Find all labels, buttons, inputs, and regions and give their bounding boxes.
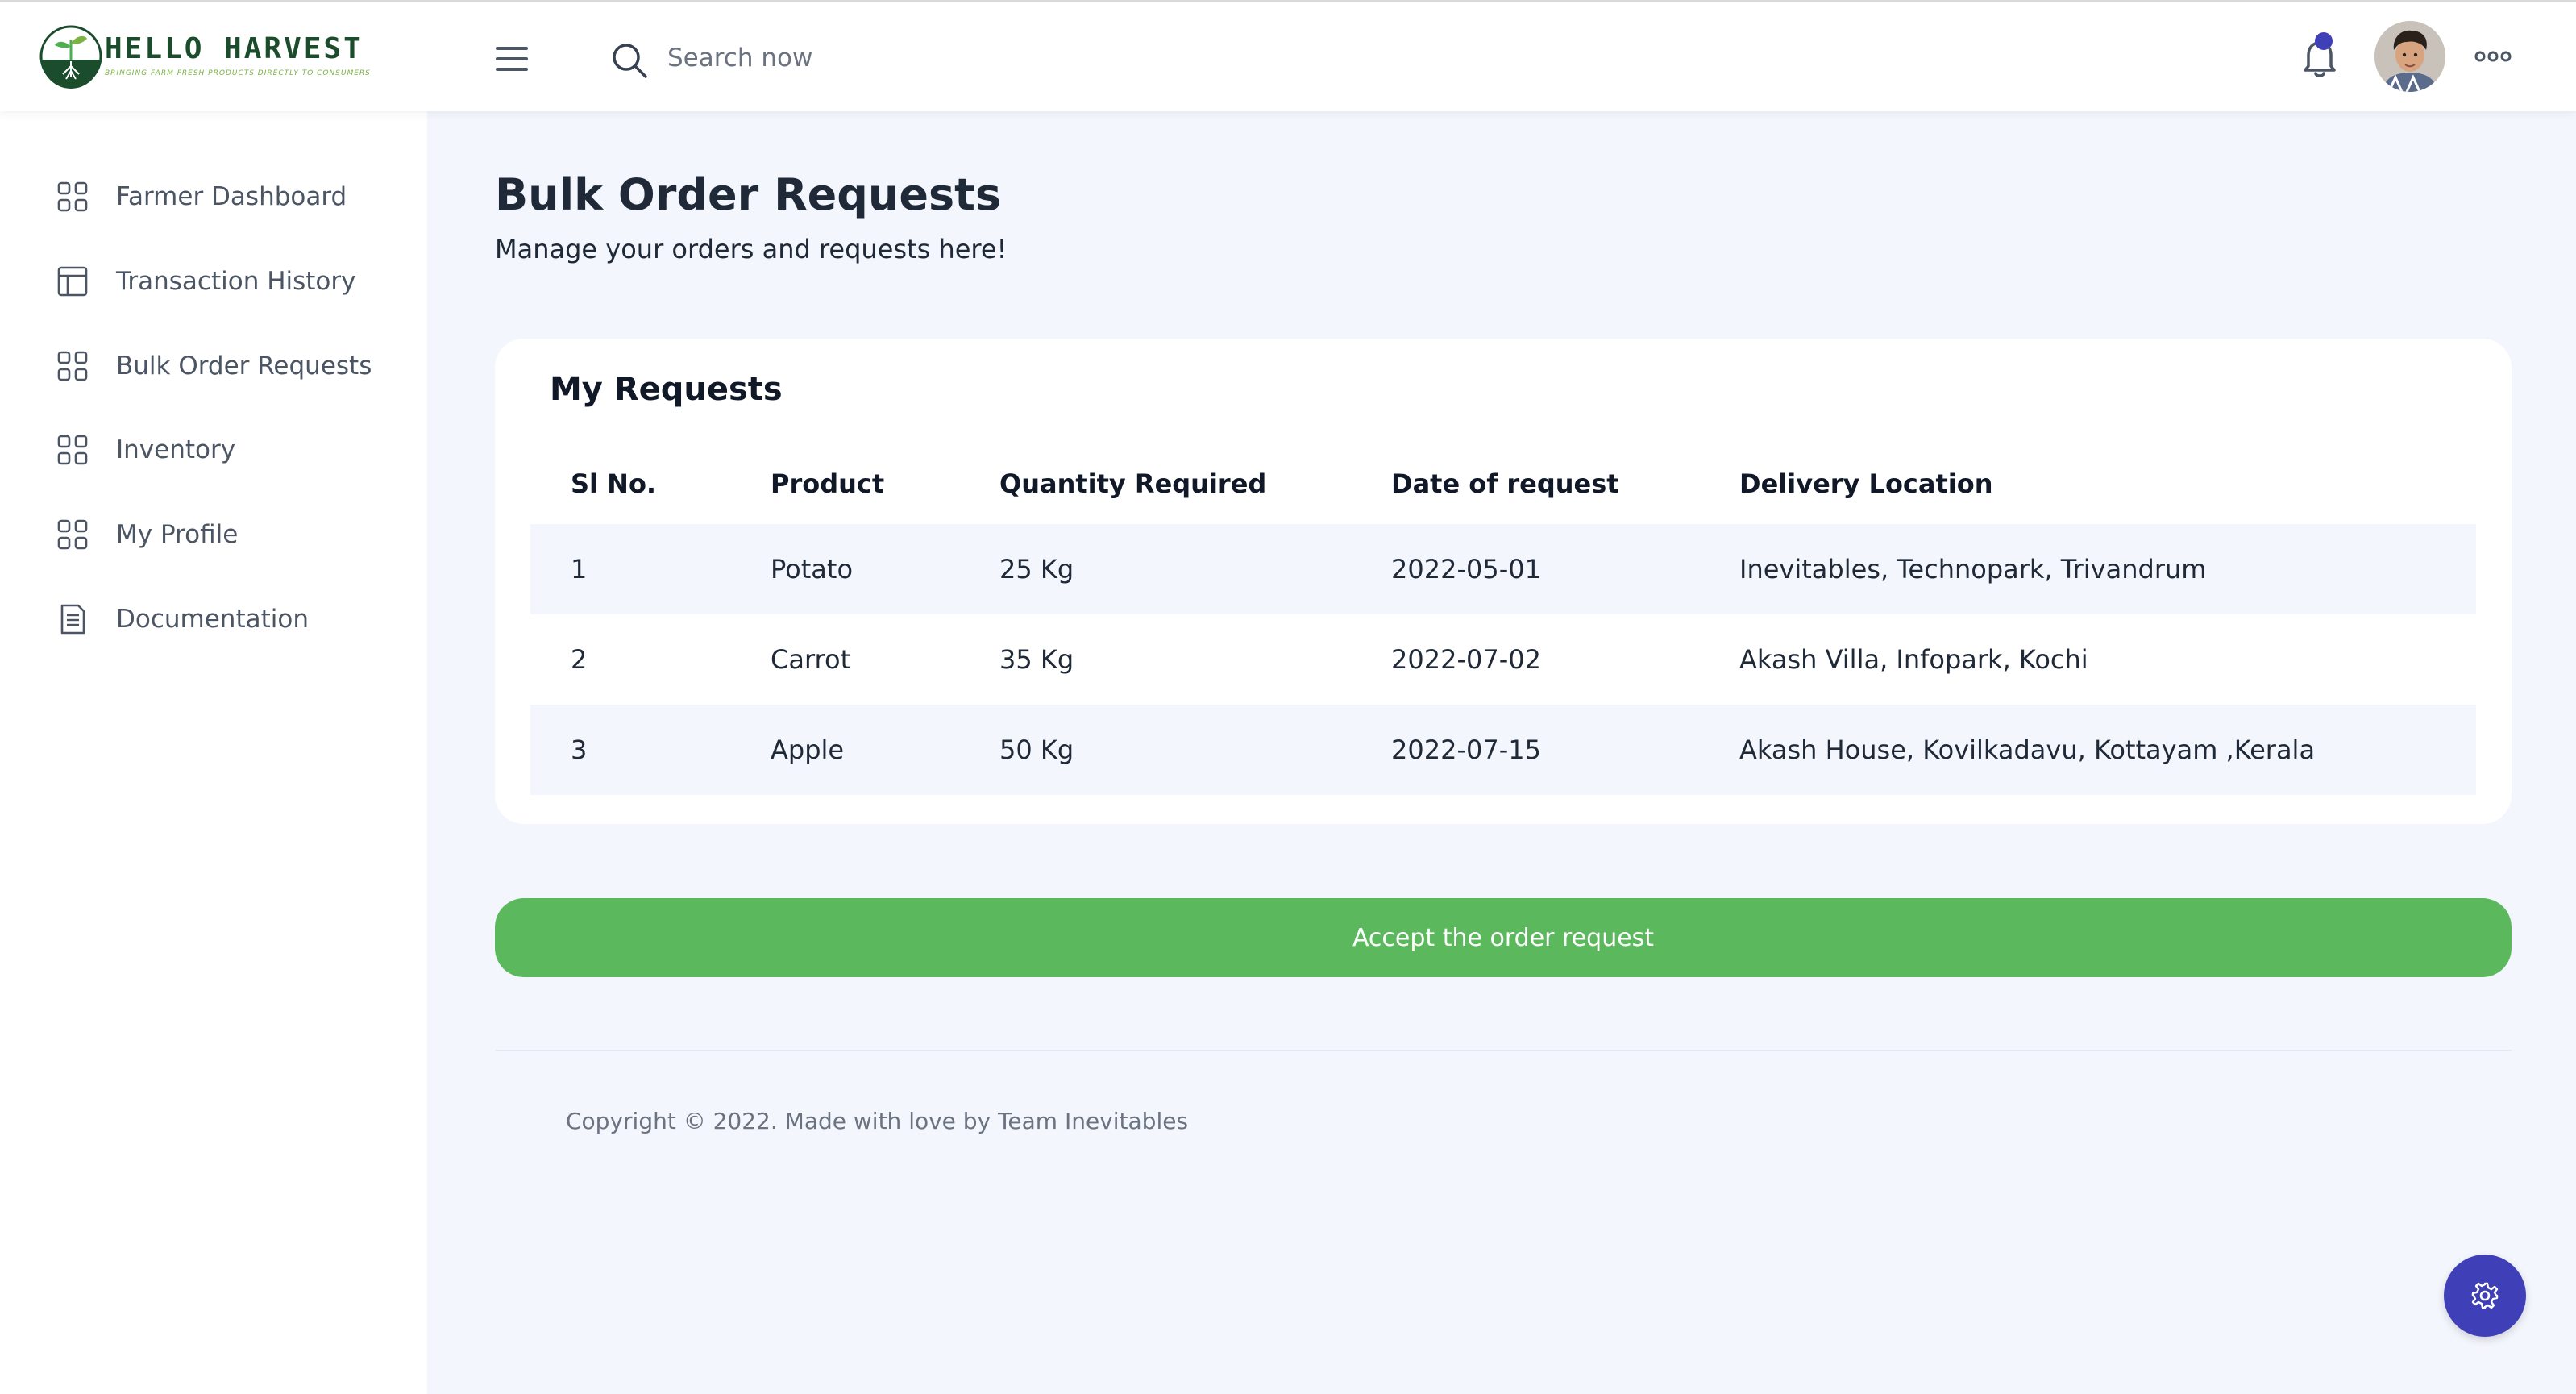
cell-product: Carrot bbox=[771, 644, 851, 675]
cell-date: 2022-07-02 bbox=[1391, 644, 1541, 675]
column-header: Date of request bbox=[1391, 468, 1619, 499]
hamburger-icon-line bbox=[496, 57, 528, 60]
table-row[interactable]: 3 Apple 50 Kg 2022-07-15 Akash House, Ko… bbox=[530, 705, 2476, 795]
accept-order-request-button[interactable]: Accept the order request bbox=[495, 898, 2512, 977]
settings-button[interactable] bbox=[2444, 1255, 2526, 1337]
sidebar-item-label: Transaction History bbox=[116, 267, 356, 296]
copyright-text: Copyright © 2022. Made with love by Team… bbox=[566, 1108, 1189, 1134]
sidebar-item-label: Bulk Order Requests bbox=[116, 352, 372, 381]
more-dots-icon[interactable] bbox=[2474, 47, 2512, 66]
layout-icon bbox=[57, 266, 88, 297]
requests-table: Sl No. Product Quantity Required Date of… bbox=[530, 443, 2476, 795]
menu-toggle-button[interactable] bbox=[496, 47, 531, 74]
cell-date: 2022-07-15 bbox=[1391, 734, 1541, 765]
sidebar-item-bulk-order-requests[interactable]: Bulk Order Requests bbox=[56, 342, 411, 390]
sidebar-item-transaction-history[interactable]: Transaction History bbox=[56, 257, 411, 306]
table-header-row: Sl No. Product Quantity Required Date of… bbox=[530, 443, 2476, 524]
cell-quantity: 50 Kg bbox=[999, 734, 1074, 765]
cell-location: Akash House, Kovilkadavu, Kottayam ,Kera… bbox=[1739, 734, 2316, 765]
search-input[interactable] bbox=[666, 37, 1153, 79]
requests-card: My Requests Sl No. Product Quantity Requ… bbox=[495, 339, 2512, 824]
cell-sl-no: 3 bbox=[571, 734, 588, 765]
cell-quantity: 35 Kg bbox=[999, 644, 1074, 675]
avatar-image bbox=[2374, 21, 2445, 92]
sidebar-item-label: Inventory bbox=[116, 435, 236, 464]
sprout-icon bbox=[39, 25, 102, 89]
grid-icon bbox=[57, 519, 88, 550]
hamburger-icon-line bbox=[496, 68, 528, 71]
page-title: Bulk Order Requests bbox=[495, 169, 1002, 220]
user-avatar[interactable] bbox=[2374, 21, 2445, 92]
search-icon[interactable] bbox=[609, 40, 650, 81]
sidebar: Farmer Dashboard Transaction History Bul… bbox=[0, 111, 427, 1394]
column-header: Quantity Required bbox=[999, 468, 1267, 499]
sidebar-item-farmer-dashboard[interactable]: Farmer Dashboard bbox=[56, 173, 411, 221]
page-subtitle: Manage your orders and requests here! bbox=[495, 234, 1008, 264]
grid-icon bbox=[57, 435, 88, 465]
sidebar-item-label: Documentation bbox=[116, 605, 309, 634]
brand-logo[interactable]: HELLO HARVEST BRINGING FARM FRESH PRODUC… bbox=[39, 24, 370, 89]
cell-product: Apple bbox=[771, 734, 845, 765]
card-title: My Requests bbox=[550, 371, 783, 408]
grid-icon bbox=[57, 351, 88, 381]
cell-quantity: 25 Kg bbox=[999, 554, 1074, 585]
document-icon bbox=[60, 604, 85, 635]
cell-sl-no: 2 bbox=[571, 644, 588, 675]
brand-tagline: BRINGING FARM FRESH PRODUCTS DIRECTLY TO… bbox=[105, 69, 371, 77]
notification-dot bbox=[2315, 32, 2333, 50]
cell-location: Inevitables, Technopark, Trivandrum bbox=[1739, 554, 2207, 585]
grid-icon bbox=[57, 181, 88, 212]
sidebar-item-documentation[interactable]: Documentation bbox=[56, 595, 411, 643]
brand-name: HELLO HARVEST bbox=[105, 32, 364, 65]
gear-icon bbox=[2471, 1282, 2499, 1309]
column-header: Sl No. bbox=[571, 468, 657, 499]
sidebar-item-label: My Profile bbox=[116, 520, 239, 549]
cell-product: Potato bbox=[771, 554, 854, 585]
table-row[interactable]: 2 Carrot 35 Kg 2022-07-02 Akash Villa, I… bbox=[530, 614, 2476, 705]
footer-divider bbox=[495, 1050, 2512, 1051]
top-header: HELLO HARVEST BRINGING FARM FRESH PRODUC… bbox=[0, 0, 2576, 111]
sidebar-item-my-profile[interactable]: My Profile bbox=[56, 510, 411, 559]
table-row[interactable]: 1 Potato 25 Kg 2022-05-01 Inevitables, T… bbox=[530, 524, 2476, 614]
column-header: Product bbox=[771, 468, 885, 499]
sidebar-item-label: Farmer Dashboard bbox=[116, 182, 347, 211]
hamburger-icon-line bbox=[496, 47, 528, 50]
cell-date: 2022-05-01 bbox=[1391, 554, 1541, 585]
column-header: Delivery Location bbox=[1739, 468, 1993, 499]
cell-sl-no: 1 bbox=[571, 554, 588, 585]
sidebar-item-inventory[interactable]: Inventory bbox=[56, 426, 411, 474]
cell-location: Akash Villa, Infopark, Kochi bbox=[1739, 644, 2088, 675]
